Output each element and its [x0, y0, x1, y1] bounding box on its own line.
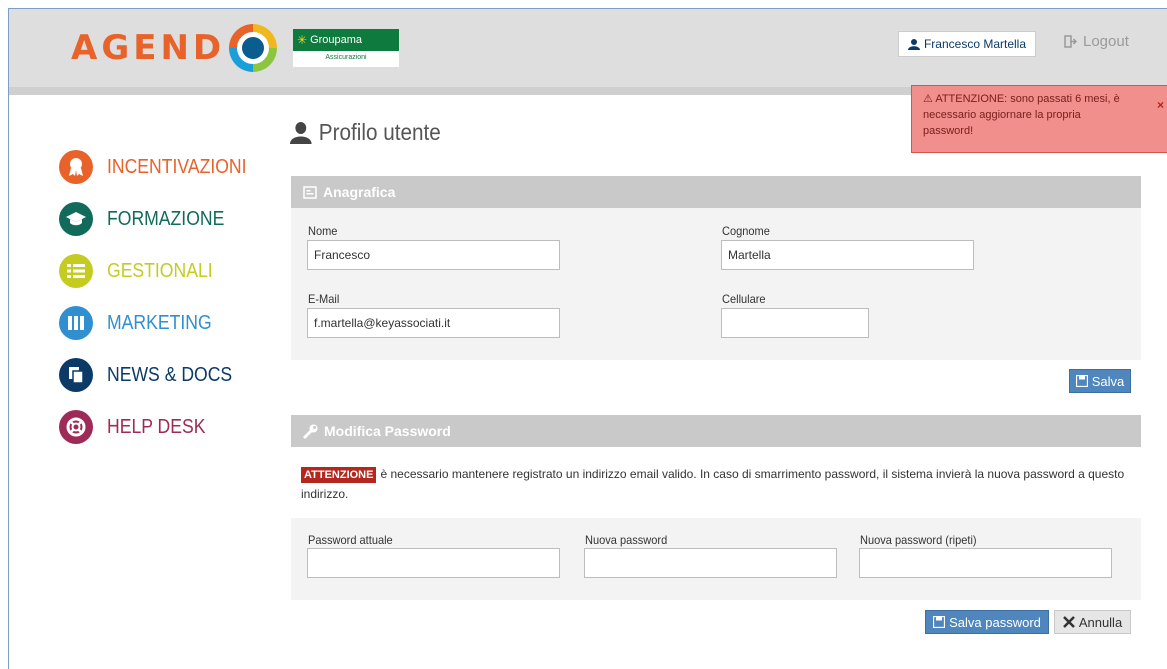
user-name: Francesco Martella [923, 37, 1027, 51]
leaf-icon: ✳ [297, 33, 308, 47]
floppy-disk-icon [933, 616, 946, 628]
life-ring-icon [59, 410, 93, 444]
nav-label: INCENTIVAZIONI [107, 155, 247, 178]
nav-label: MARKETING [107, 311, 212, 334]
nav-label: HELP DESK [107, 415, 206, 438]
warning-icon: ⚠ [923, 93, 936, 105]
page-title-text: Profilo utente [318, 119, 441, 145]
id-card-icon [303, 185, 317, 199]
new-password-label: Nuova password [585, 533, 668, 547]
email-field[interactable] [307, 308, 560, 338]
logo-ring-icon [229, 24, 278, 72]
sponsor-name: Groupama [310, 34, 363, 46]
new-password-field[interactable] [584, 548, 837, 578]
logout-button[interactable]: Logout [1064, 33, 1129, 50]
award-icon [59, 150, 93, 184]
list-icon [59, 254, 93, 288]
sponsor-sub: Assicurazioni [325, 54, 367, 61]
cognome-label: Cognome [722, 224, 770, 238]
nav-item-gestionali[interactable]: GESTIONALI [59, 245, 266, 297]
alert-message: ATTENZIONE: sono passati 6 mesi, è neces… [923, 93, 1120, 137]
user-icon [907, 38, 920, 50]
cancel-label: Annulla [1078, 614, 1123, 630]
copy-icon [59, 358, 93, 392]
agend-logo[interactable]: AGEND [71, 23, 278, 73]
sidebar-nav: INCENTIVAZIONI FORMAZIONE GESTIONALI MAR… [59, 141, 266, 453]
cognome-field[interactable] [721, 240, 974, 270]
nav-label: GESTIONALI [107, 259, 213, 282]
repeat-password-field[interactable] [859, 548, 1112, 578]
password-notice: ATTENZIONE è necessario mantenere registr… [301, 465, 1131, 504]
current-password-label: Password attuale [308, 533, 393, 547]
notice-text: è necessario mantenere registrato un ind… [301, 467, 1125, 501]
alert-close-button[interactable]: × [1157, 98, 1164, 112]
cellulare-field[interactable] [721, 308, 869, 338]
nav-item-help-desk[interactable]: HELP DESK [59, 401, 266, 453]
user-profile-button[interactable]: Francesco Martella [898, 31, 1036, 57]
nav-label: FORMAZIONE [107, 207, 225, 230]
nome-field[interactable] [307, 240, 560, 270]
cancel-button[interactable]: Annulla [1054, 610, 1131, 634]
password-panel-header: Modifica Password [291, 415, 1141, 447]
app-window: AGEND ✳ Groupama Assicurazioni Francesco … [8, 8, 1167, 669]
top-header: AGEND ✳ Groupama Assicurazioni Francesco … [9, 9, 1167, 87]
logout-label: Logout [1083, 33, 1129, 50]
groupama-logo: ✳ Groupama Assicurazioni [293, 29, 399, 67]
nome-label: Nome [308, 224, 338, 238]
logout-icon [1064, 35, 1077, 48]
password-expiry-alert: ⚠ ATTENZIONE: sono passati 6 mesi, è nec… [911, 85, 1167, 153]
save-profile-label: Salva [1091, 373, 1125, 389]
cellulare-label: Cellulare [722, 292, 766, 306]
floppy-disk-icon [1075, 375, 1088, 387]
current-password-field[interactable] [307, 548, 560, 578]
nav-label: NEWS & DOCS [107, 363, 233, 386]
close-icon [1062, 616, 1075, 628]
nav-item-news-docs[interactable]: NEWS & DOCS [59, 349, 266, 401]
anagrafica-panel-header: Anagrafica [291, 176, 1141, 208]
repeat-password-label: Nuova password (ripeti) [860, 533, 977, 547]
wrench-icon [303, 424, 318, 439]
save-password-label: Salva password [949, 614, 1041, 630]
save-password-button[interactable]: Salva password [925, 610, 1049, 634]
nav-item-incentivazioni[interactable]: INCENTIVAZIONI [59, 141, 266, 193]
save-profile-button[interactable]: Salva [1069, 369, 1131, 393]
user-icon [290, 121, 312, 144]
email-label: E-Mail [308, 292, 340, 306]
attention-badge: ATTENZIONE [301, 467, 377, 483]
nav-item-marketing[interactable]: MARKETING [59, 297, 266, 349]
page-title: Profilo utente [290, 119, 441, 146]
graduation-cap-icon [59, 202, 93, 236]
logo-text: AGEND [71, 28, 226, 68]
nav-item-formazione[interactable]: FORMAZIONE [59, 193, 266, 245]
password-heading: Modifica Password [324, 423, 451, 439]
columns-icon [59, 306, 93, 340]
anagrafica-heading: Anagrafica [323, 184, 396, 200]
